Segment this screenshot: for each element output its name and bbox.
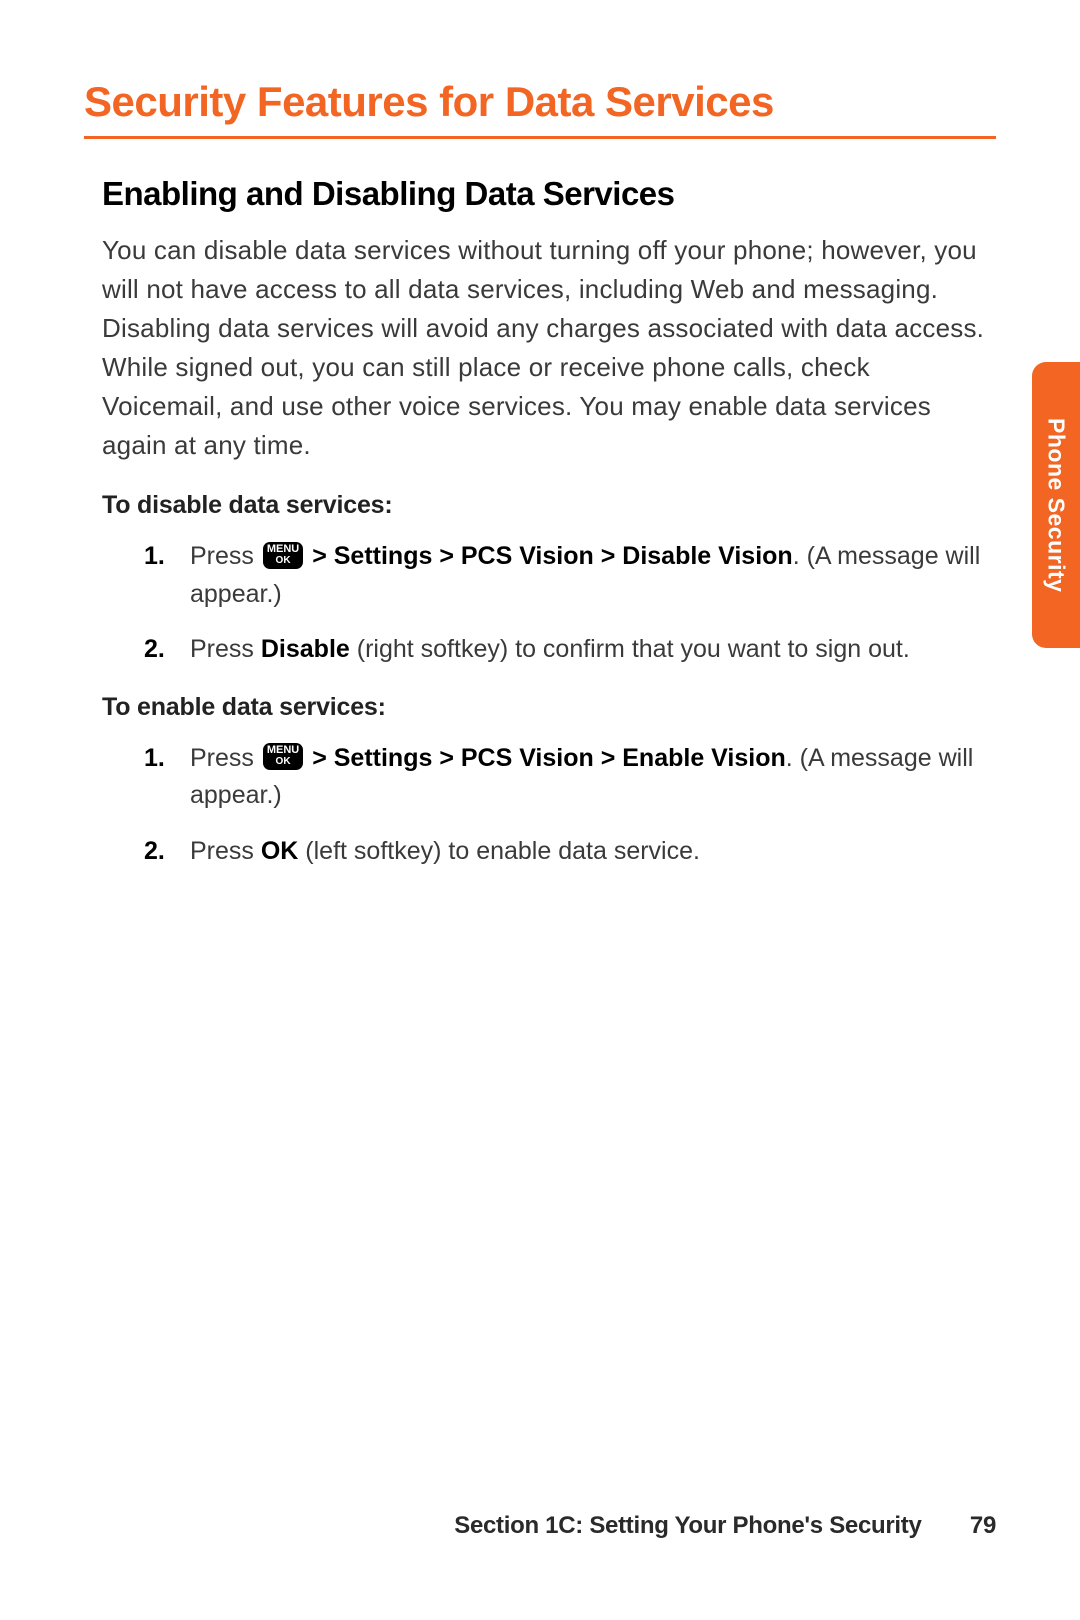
enable-step-2: Press OK (left softkey) to enable data s… [144, 833, 996, 871]
step-text: Press [190, 635, 261, 663]
heading-rule [84, 136, 996, 139]
step-after: (left softkey) to enable data service. [298, 837, 700, 865]
page-sub-heading: Enabling and Disabling Data Services [102, 175, 996, 213]
step-text: Press [190, 542, 261, 570]
page-footer: Section 1C: Setting Your Phone's Securit… [454, 1512, 996, 1540]
step-after: (right softkey) to confirm that you want… [350, 635, 910, 663]
menu-ok-key-icon: MENU OK [263, 743, 303, 770]
section-tab: Phone Security [1032, 362, 1080, 648]
menu-ok-key-icon: MENU OK [263, 542, 303, 569]
disable-step-1: Press MENU OK > Settings > PCS Vision > … [144, 538, 996, 613]
intro-paragraph: You can disable data services without tu… [102, 231, 996, 465]
disable-steps: Press MENU OK > Settings > PCS Vision > … [144, 538, 996, 669]
step-text: Press [190, 744, 261, 772]
step-bold: > Settings > PCS Vision > Disable Vision [312, 542, 793, 570]
enable-step-1: Press MENU OK > Settings > PCS Vision > … [144, 740, 996, 815]
footer-section: Section 1C: Setting Your Phone's Securit… [454, 1512, 921, 1539]
step-text: Press [190, 837, 261, 865]
enable-subhead: To enable data services: [102, 693, 996, 722]
section-tab-label: Phone Security [1043, 418, 1070, 592]
footer-page-number: 79 [970, 1512, 996, 1539]
step-bold: Disable [261, 635, 350, 663]
enable-steps: Press MENU OK > Settings > PCS Vision > … [144, 740, 996, 871]
page-main-heading: Security Features for Data Services [84, 78, 996, 126]
step-bold: > Settings > PCS Vision > Enable Vision [312, 744, 786, 772]
disable-subhead: To disable data services: [102, 491, 996, 520]
step-bold: OK [261, 837, 299, 865]
disable-step-2: Press Disable (right softkey) to confirm… [144, 631, 996, 669]
